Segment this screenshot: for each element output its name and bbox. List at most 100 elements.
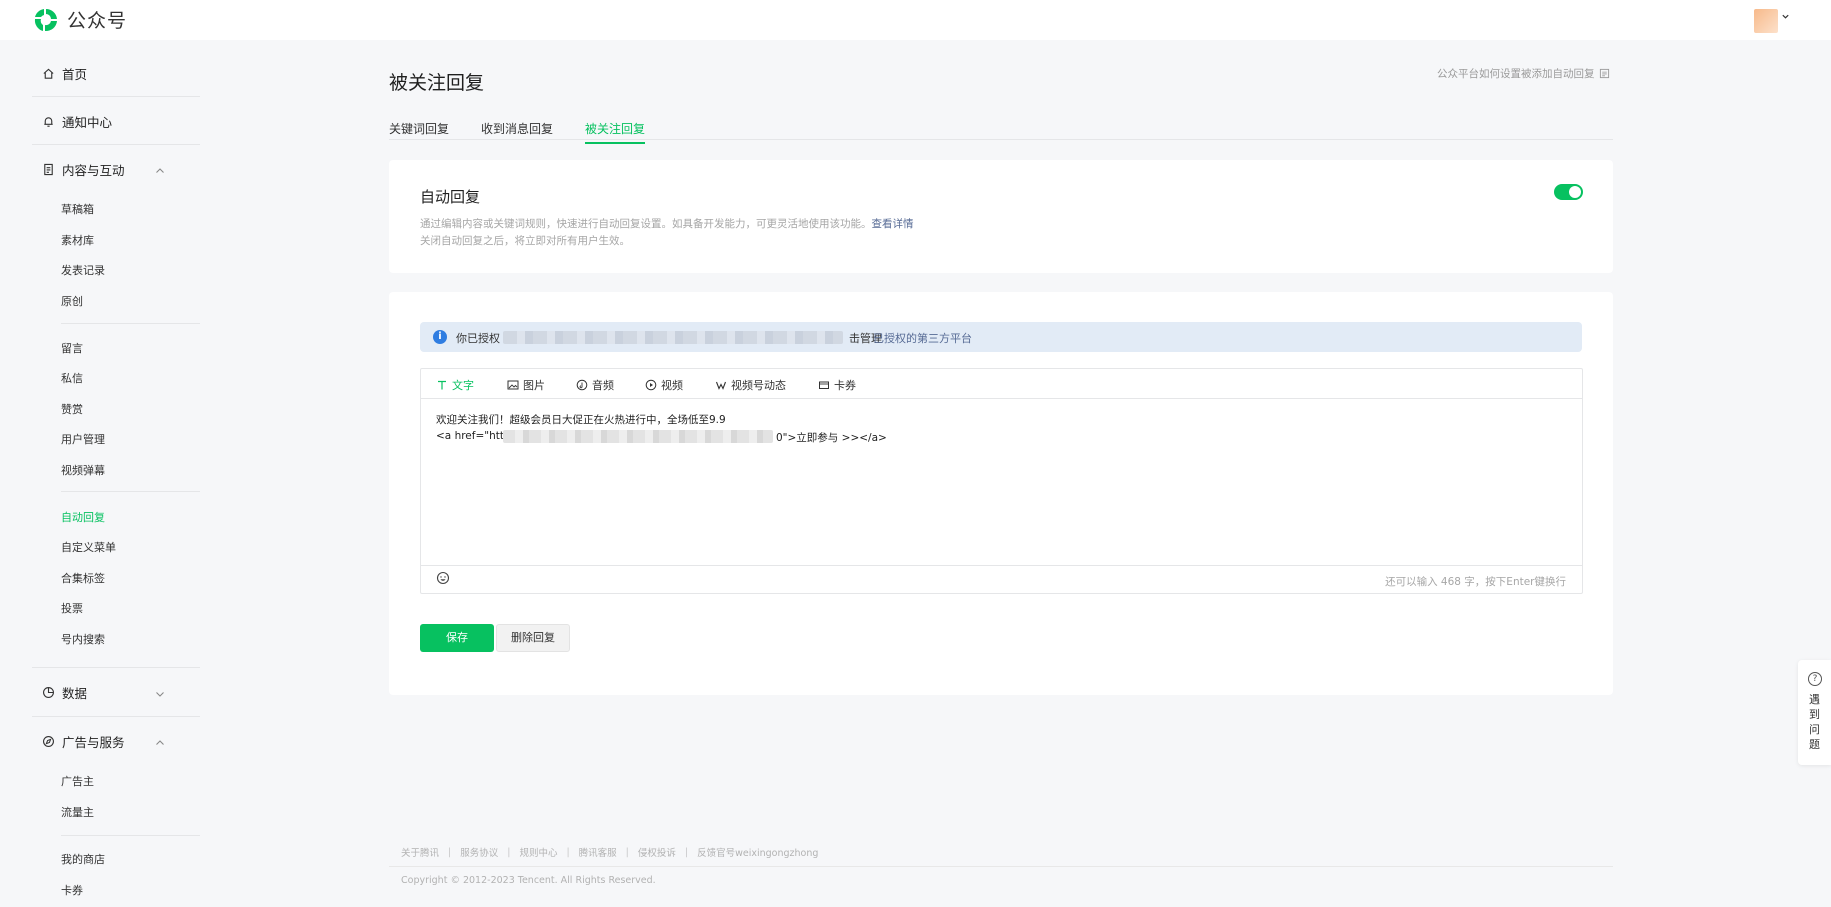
sidebar-item-drafts[interactable]: 草稿箱 — [61, 201, 94, 217]
sidebar-group-content[interactable]: 内容与互动 — [32, 157, 168, 181]
info-icon: i — [433, 330, 447, 344]
char-counter: 还可以输入 468 字，按下Enter键换行 — [1385, 576, 1566, 588]
tab-keyword-reply[interactable]: 关键词回复 — [389, 120, 449, 142]
footer-link-rules[interactable]: 规则中心 — [519, 845, 557, 859]
reply-editor-card: i 你已授权 击管理 已授权的第三方平台 文字 图片 音频 视频 视频号动态 卡… — [389, 292, 1613, 695]
editor-tab-label: 文字 — [452, 379, 474, 392]
editor-tab-text[interactable]: 文字 — [436, 377, 474, 393]
sidebar-item-user-management[interactable]: 用户管理 — [61, 431, 105, 447]
sidebar-item-video-danmaku[interactable]: 视频弹幕 — [61, 462, 105, 478]
footer-link-about[interactable]: 关于腾讯 — [401, 845, 439, 859]
footer-link-terms[interactable]: 服务协议 — [460, 845, 498, 859]
chevron-up-icon[interactable] — [154, 162, 166, 181]
sidebar-item-publish-records[interactable]: 发表记录 — [61, 262, 105, 278]
sidebar-item-comments[interactable]: 留言 — [61, 340, 83, 356]
sidebar-group-ads[interactable]: 广告与服务 — [32, 729, 168, 753]
sidebar-group-data[interactable]: 数据 — [32, 680, 168, 704]
redacted-url — [503, 430, 773, 443]
description-text: 通过编辑内容或关键词规则，快速进行自动回复设置。如具备开发能力，可更灵活地使用该… — [420, 218, 872, 230]
sidebar-item-my-shop[interactable]: 我的商店 — [61, 851, 105, 867]
sidebar-group-label: 内容与互动 — [62, 162, 125, 178]
editor-tab-label: 图片 — [523, 379, 545, 392]
auto-reply-card: 自动回复 通过编辑内容或关键词规则，快速进行自动回复设置。如具备开发能力，可更灵… — [389, 160, 1613, 273]
chevron-down-icon[interactable] — [154, 685, 166, 704]
compass-icon — [40, 733, 56, 749]
footer-link-infringement[interactable]: 侵权投诉 — [638, 845, 676, 859]
sidebar-item-custom-menu[interactable]: 自定义菜单 — [61, 539, 116, 555]
reply-editor: 文字 图片 音频 视频 视频号动态 卡券 欢迎关注我们！超级会员日大促正在火热进… — [420, 368, 1583, 594]
footer-link-feedback[interactable]: 反馈官号weixingongzhong — [697, 845, 818, 859]
delete-reply-button[interactable]: 删除回复 — [496, 624, 570, 652]
notice-prefix: 你已授权 — [456, 332, 500, 345]
sidebar-item-advertiser[interactable]: 广告主 — [61, 773, 94, 789]
tab-message-reply[interactable]: 收到消息回复 — [481, 120, 553, 142]
save-button[interactable]: 保存 — [420, 624, 494, 652]
sidebar-item-collection-tags[interactable]: 合集标签 — [61, 570, 105, 586]
redacted-text — [503, 331, 843, 344]
emoji-icon[interactable] — [436, 571, 450, 585]
sidebar-item-auto-reply[interactable]: 自动回复 — [61, 509, 105, 525]
auto-reply-description: 通过编辑内容或关键词规则，快速进行自动回复设置。如具备开发能力，可更灵活地使用该… — [420, 216, 914, 231]
sidebar-group-label: 广告与服务 — [62, 734, 125, 750]
footer-link-support[interactable]: 腾讯客服 — [579, 845, 617, 859]
sidebar-item-label: 通知中心 — [62, 114, 113, 130]
top-bar: 公众号 — [0, 0, 1831, 40]
third-party-notice: i 你已授权 击管理 已授权的第三方平台 — [420, 322, 1582, 352]
editor-tab-video[interactable]: 视频 — [645, 377, 683, 393]
help-link-label: 公众平台如何设置被添加自动回复 — [1437, 68, 1595, 80]
help-link[interactable]: 公众平台如何设置被添加自动回复 — [1437, 66, 1610, 81]
logo[interactable]: 公众号 — [33, 6, 127, 33]
auto-reply-toggle[interactable] — [1554, 184, 1583, 200]
sidebar-item-notifications[interactable]: 通知中心 — [32, 109, 168, 133]
pie-chart-icon — [40, 684, 56, 700]
auto-reply-title: 自动回复 — [420, 188, 481, 206]
doc-icon — [1599, 68, 1609, 79]
sidebar-item-home[interactable]: 首页 — [32, 61, 168, 85]
sidebar-item-rewards[interactable]: 赞赏 — [61, 401, 83, 417]
home-icon — [40, 65, 56, 81]
editor-tab-image[interactable]: 图片 — [507, 377, 545, 393]
sidebar-item-publisher[interactable]: 流量主 — [61, 804, 94, 820]
footer-links: 关于腾讯 | 服务协议 | 规则中心 | 腾讯客服 | 侵权投诉 | 反馈官号w… — [401, 845, 818, 860]
reply-tabs: 关键词回复 收到消息回复 被关注回复 — [389, 118, 1613, 144]
editor-tab-channels[interactable]: 视频号动态 — [715, 377, 786, 393]
sidebar-item-label: 首页 — [62, 66, 88, 82]
divider — [61, 491, 200, 492]
reply-text-line-2-prefix[interactable]: <a href="http — [436, 430, 511, 442]
sidebar-item-messages[interactable]: 私信 — [61, 370, 83, 386]
help-float-label: 遇到问题 — [1809, 693, 1820, 751]
divider — [32, 716, 200, 717]
view-details-link[interactable]: 查看详情 — [872, 218, 914, 230]
audio-icon — [576, 379, 588, 391]
tab-follow-reply[interactable]: 被关注回复 — [585, 120, 646, 144]
help-float-button[interactable]: ? 遇到问题 — [1798, 660, 1831, 765]
divider — [32, 144, 200, 145]
footer-separator: | — [684, 846, 689, 858]
divider — [32, 96, 200, 97]
divider — [61, 835, 200, 836]
editor-toolbar: 文字 图片 音频 视频 视频号动态 卡券 — [421, 369, 1582, 399]
sidebar-group-label: 数据 — [62, 685, 88, 701]
wechat-mp-logo-icon — [34, 8, 57, 31]
editor-footer: 还可以输入 468 字，按下Enter键换行 — [421, 565, 1582, 594]
authorized-platforms-link[interactable]: 已授权的第三方平台 — [873, 330, 972, 346]
chevron-down-icon[interactable] — [1781, 12, 1790, 24]
document-icon — [40, 161, 56, 177]
sidebar-item-materials[interactable]: 素材库 — [61, 232, 94, 248]
editor-tab-audio[interactable]: 音频 — [576, 377, 614, 393]
editor-tab-coupon[interactable]: 卡券 — [818, 377, 856, 393]
divider — [32, 667, 200, 668]
sidebar-item-search[interactable]: 号内搜索 — [61, 631, 105, 647]
sidebar-item-original[interactable]: 原创 — [61, 293, 83, 309]
footer-separator: | — [625, 846, 629, 858]
sidebar-item-coupons[interactable]: 卡券 — [61, 882, 83, 898]
app-name: 公众号 — [67, 10, 128, 32]
reply-text-line-1[interactable]: 欢迎关注我们！超级会员日大促正在火热进行中，全场低至9.9 — [436, 412, 726, 427]
chevron-up-icon[interactable] — [154, 734, 166, 753]
auto-reply-note: 关闭自动回复之后，将立即对所有用户生效。 — [420, 235, 630, 247]
question-icon: ? — [1808, 672, 1822, 686]
sidebar-item-vote[interactable]: 投票 — [61, 600, 83, 616]
reply-text-line-2-suffix[interactable]: 0">立即参与 >></a> — [776, 430, 887, 445]
avatar[interactable] — [1754, 9, 1778, 33]
bell-icon — [40, 113, 56, 129]
